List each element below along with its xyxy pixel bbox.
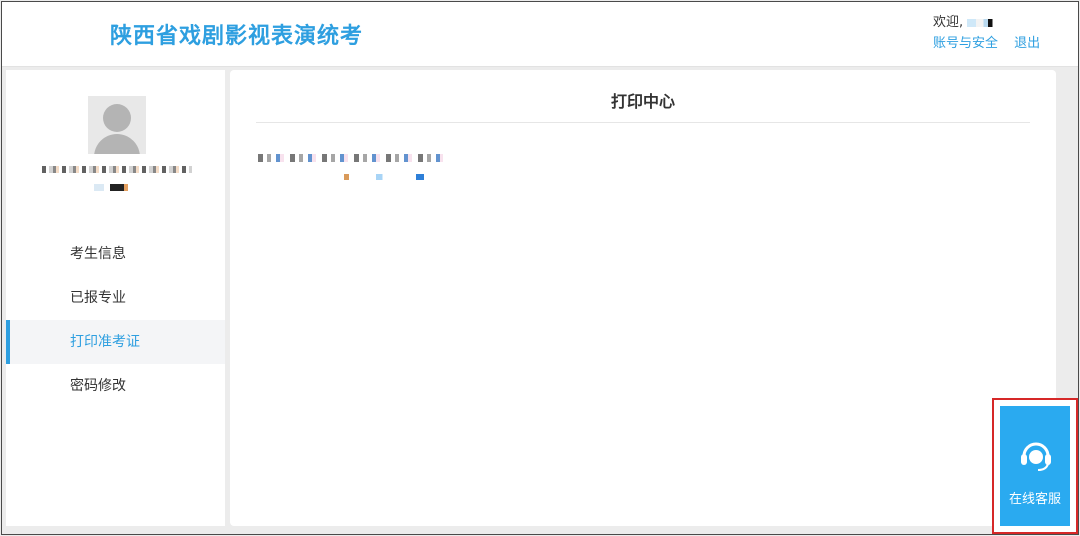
header: 陕西省戏剧影视表演统考 欢迎, 账号与安全 退出 (2, 2, 1078, 67)
online-service-label: 在线客服 (1008, 492, 1061, 507)
welcome-row: 欢迎, (933, 14, 1040, 32)
candidate-info-redacted (42, 166, 192, 173)
site-title: 陕西省戏剧影视表演统考 (110, 24, 364, 49)
main-panel: 打印中心 (230, 70, 1056, 526)
avatar-icon (88, 96, 146, 154)
welcome-label: 欢迎, (933, 15, 964, 30)
sidebar-item-candidate-info[interactable]: 考生信息 (6, 232, 225, 276)
candidate-id-redacted (94, 184, 134, 191)
headset-icon (1021, 442, 1051, 471)
account-links: 账号与安全 退出 (933, 36, 1040, 52)
sidebar-item-registered-majors[interactable]: 已报专业 (6, 276, 225, 320)
page-frame: 陕西省戏剧影视表演统考 欢迎, 账号与安全 退出 考生信息 已报专业 打印准考证… (1, 1, 1079, 535)
page-title: 打印中心 (256, 88, 1030, 123)
user-name-redacted (967, 18, 998, 27)
sidebar-item-print-admission-ticket[interactable]: 打印准考证 (6, 320, 225, 364)
sidebar: 考生信息 已报专业 打印准考证 密码修改 (6, 70, 225, 526)
print-content-redacted (258, 154, 448, 184)
user-area: 欢迎, 账号与安全 退出 (933, 14, 1040, 52)
account-security-link[interactable]: 账号与安全 (933, 36, 998, 51)
online-service-button[interactable]: 在线客服 (1000, 406, 1070, 526)
sidebar-menu: 考生信息 已报专业 打印准考证 密码修改 (6, 232, 225, 408)
logout-link[interactable]: 退出 (1014, 36, 1040, 51)
sidebar-item-change-password[interactable]: 密码修改 (6, 364, 225, 408)
online-service-highlight: 在线客服 (992, 398, 1078, 534)
